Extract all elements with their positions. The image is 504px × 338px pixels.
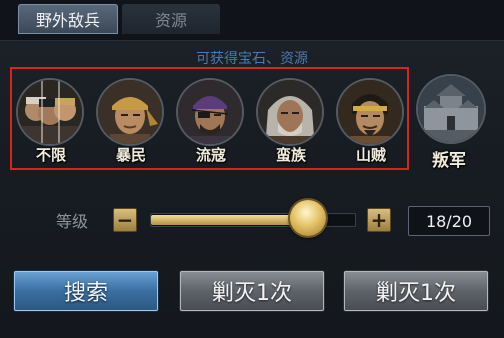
annihilate-once-button-1[interactable]: 剿灭1次 xyxy=(180,271,324,311)
tab-bar: 野外敌兵 资源 xyxy=(0,0,504,41)
enemy-label: 叛军 xyxy=(432,151,466,171)
fortress-icon xyxy=(418,76,484,142)
enemy-label: 蛮族 xyxy=(275,146,306,164)
search-enemies-panel: 野外敌兵 资源 可获得宝石、资源 不限 暴民 流寇 蛮族 山贼 叛军 等级 − … xyxy=(0,0,504,338)
barbarian-portrait-icon xyxy=(258,80,322,144)
increase-level-button[interactable]: + xyxy=(367,208,391,232)
eyepatch-bandit-portrait-icon xyxy=(178,80,242,144)
level-value-display: 18/20 xyxy=(408,206,490,236)
decrease-level-button[interactable]: − xyxy=(113,208,137,232)
level-slider-handle[interactable] xyxy=(290,200,326,236)
enemy-label: 流寇 xyxy=(195,146,226,164)
enemy-label: 不限 xyxy=(35,146,66,164)
search-button[interactable]: 搜索 xyxy=(14,271,158,311)
group-portrait-icon xyxy=(18,80,82,144)
tab-field-enemies[interactable]: 野外敌兵 xyxy=(18,4,118,34)
level-slider-fill xyxy=(151,215,309,225)
annihilate-once-button-2[interactable]: 剿灭1次 xyxy=(344,271,488,311)
mountain-bandit-portrait-icon xyxy=(338,80,402,144)
enemy-option-mountain-bandits[interactable]: 山贼 xyxy=(336,80,406,168)
enemy-option-rebels[interactable]: 叛军 xyxy=(414,72,486,171)
enemy-option-any[interactable]: 不限 xyxy=(16,80,86,168)
reward-hint: 可获得宝石、资源 xyxy=(196,51,308,67)
enemy-label: 山贼 xyxy=(355,146,386,164)
enemy-label: 暴民 xyxy=(115,146,146,164)
bandana-man-portrait-icon xyxy=(98,80,162,144)
enemy-option-roving-bandits[interactable]: 流寇 xyxy=(176,80,246,168)
enemy-option-barbarians[interactable]: 蛮族 xyxy=(256,80,326,168)
tab-resources[interactable]: 资源 xyxy=(122,4,220,34)
enemy-option-mob[interactable]: 暴民 xyxy=(96,80,166,168)
level-label: 等级 xyxy=(56,212,89,231)
